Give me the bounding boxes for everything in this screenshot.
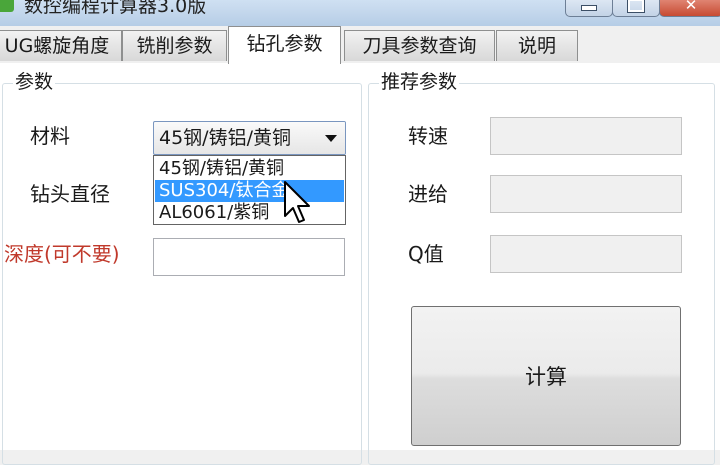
minimize-button[interactable] bbox=[565, 0, 613, 17]
tab-tool-param-query[interactable]: 刀具参数查询 bbox=[344, 30, 495, 61]
close-button[interactable]: ✕ bbox=[659, 0, 720, 17]
tab-help[interactable]: 说明 bbox=[496, 30, 578, 61]
minimize-icon bbox=[581, 5, 597, 11]
tab-milling-params[interactable]: 铣削参数 bbox=[122, 30, 227, 61]
mouse-cursor-icon bbox=[284, 181, 310, 223]
tab-ug-helix-angle[interactable]: UG螺旋角度 bbox=[0, 30, 122, 61]
depth-input[interactable] bbox=[153, 238, 345, 276]
recommend-group-legend: 推荐参数 bbox=[379, 70, 460, 94]
material-option[interactable]: AL6061/紫铜 bbox=[155, 202, 344, 224]
q-value-output bbox=[490, 235, 682, 273]
material-selected-value: 45钢/铸铝/黄铜 bbox=[159, 127, 291, 149]
material-select[interactable]: 45钢/铸铝/黄铜 bbox=[153, 121, 346, 155]
calculate-button[interactable]: 计算 bbox=[411, 306, 681, 446]
close-icon: ✕ bbox=[684, 0, 698, 14]
q-value-label: Q值 bbox=[408, 242, 444, 266]
feed-output bbox=[490, 175, 682, 213]
drill-diameter-label: 钻头直径 bbox=[30, 182, 110, 206]
speed-output bbox=[490, 117, 682, 155]
window-title: 数控编程计算器3.0版 bbox=[24, 0, 207, 17]
feed-label: 进给 bbox=[408, 182, 448, 206]
tab-strip: UG螺旋角度 铣削参数 钻孔参数 刀具参数查询 说明 bbox=[0, 26, 720, 64]
maximize-button[interactable] bbox=[612, 0, 660, 17]
app-icon bbox=[0, 0, 14, 12]
material-option[interactable]: 45钢/铸铝/黄铜 bbox=[155, 158, 344, 180]
chevron-down-icon bbox=[325, 134, 337, 142]
title-bar: 数控编程计算器3.0版 ✕ bbox=[0, 0, 720, 26]
depth-label: 深度(可不要) bbox=[4, 242, 120, 266]
material-dropdown-list: 45钢/铸铝/黄铜 SUS304/钛合金 AL6061/紫铜 bbox=[153, 155, 346, 225]
speed-label: 转速 bbox=[408, 124, 448, 148]
params-group-legend: 参数 bbox=[13, 70, 56, 94]
tab-drilling-params[interactable]: 钻孔参数 bbox=[228, 26, 341, 64]
material-option-highlighted[interactable]: SUS304/钛合金 bbox=[155, 180, 344, 202]
drilling-params-panel: 参数 材料 45钢/铸铝/黄铜 45钢/铸铝/黄铜 SUS304/钛合金 AL6… bbox=[0, 63, 720, 465]
material-dropdown-arrow[interactable] bbox=[317, 122, 345, 154]
maximize-icon bbox=[627, 0, 645, 13]
material-label: 材料 bbox=[30, 124, 70, 148]
